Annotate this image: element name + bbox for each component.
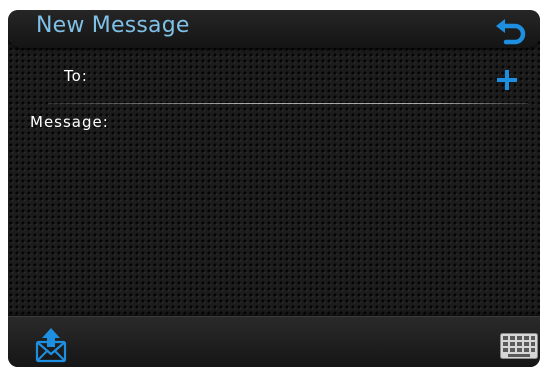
title-bar: New Message [8,10,540,48]
send-envelope-icon [35,328,67,363]
keyboard-icon [500,333,538,359]
plus-icon [497,70,517,90]
message-screen: New Message To: Message: [8,10,540,367]
send-button[interactable] [34,327,68,363]
bottom-toolbar [8,316,540,367]
page-title: New Message [36,13,190,38]
keyboard-button[interactable] [500,333,538,359]
add-recipient-button[interactable] [492,65,522,95]
message-input-area[interactable] [16,110,532,310]
back-arrow-icon [496,19,526,45]
message-label: Message: [30,113,109,131]
to-label: To: [64,67,88,85]
back-button[interactable] [494,16,528,48]
recipient-divider [48,103,528,104]
